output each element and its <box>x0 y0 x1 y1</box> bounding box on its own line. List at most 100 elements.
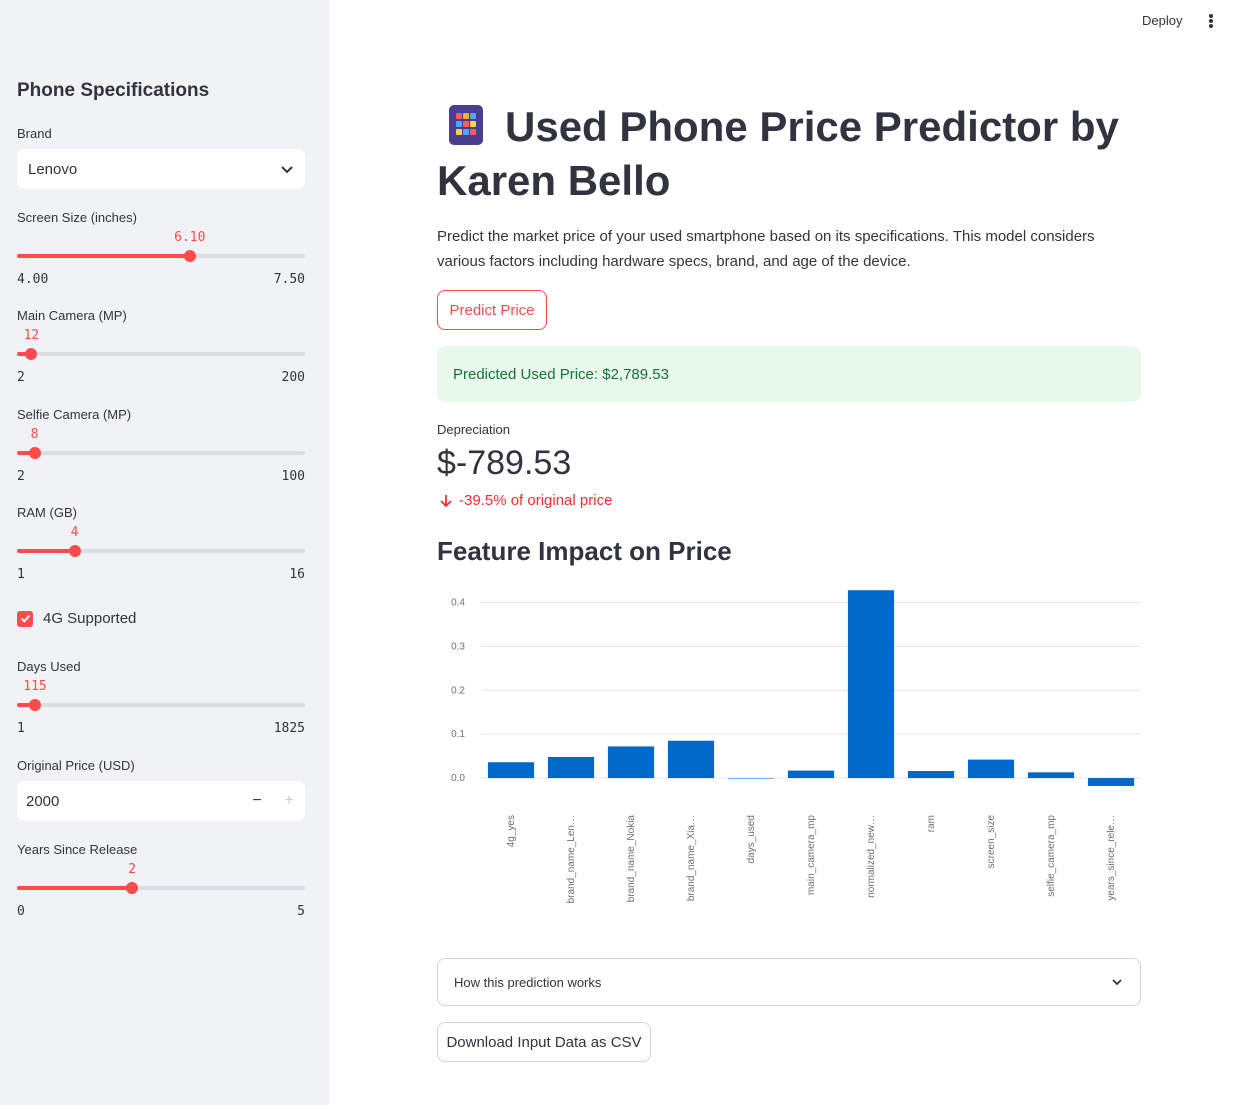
y-tick-label: 0.3 <box>451 641 465 652</box>
page-title: Used Phone Price Predictor by Karen Bell… <box>437 100 1137 208</box>
slider-min: 2 <box>17 370 25 385</box>
bar <box>967 759 1015 779</box>
chevron-down-icon <box>281 166 293 174</box>
arrow-down-icon <box>440 494 452 507</box>
chart-heading: Feature Impact on Price <box>437 536 732 566</box>
y-tick-label: 0.1 <box>451 729 465 740</box>
slider-max: 100 <box>281 469 305 484</box>
bar <box>667 740 715 779</box>
x-tick-label: selfie_camera_mp <box>1046 815 1057 897</box>
feature-impact-chart: 0.0 0.1 0.2 0.3 0.4 4g_yes brand_name_Len… bran… <box>451 590 1141 903</box>
original-price-input[interactable]: 2000 − + <box>17 781 305 821</box>
ram-slider[interactable]: 4 1 16 <box>17 525 305 589</box>
x-tick-label: days_used <box>746 815 757 863</box>
x-tick-label: ram <box>926 815 937 832</box>
slider-thumb[interactable] <box>29 699 41 711</box>
brand-label: Brand <box>17 126 52 141</box>
metric-value: $-789.53 <box>437 444 572 482</box>
success-alert: Predicted Used Price: $2,789.53 <box>437 346 1141 402</box>
bar <box>727 778 775 779</box>
days-used-slider[interactable]: 115 1 1825 <box>17 679 305 743</box>
y-tick-label: 0.0 <box>451 773 465 784</box>
download-csv-button[interactable]: Download Input Data as CSV <box>437 1022 651 1062</box>
slider-track <box>17 451 305 455</box>
slider-fill <box>17 886 133 890</box>
slider-track <box>17 352 305 356</box>
bar <box>907 771 955 779</box>
x-tick-label: 4g_yes <box>506 815 517 847</box>
slider-max: 16 <box>289 567 305 582</box>
x-tick-label: brand_name_Len… <box>566 815 577 903</box>
slider-thumb[interactable] <box>25 348 38 360</box>
screen-size-label: Screen Size (inches) <box>17 210 137 225</box>
mobile-phone-icon <box>449 105 483 145</box>
checkbox-checked-icon <box>17 610 33 627</box>
y-tick-label: 0.2 <box>451 685 465 696</box>
screen-size-slider[interactable]: 6.10 4.00 7.50 <box>17 230 305 294</box>
years-since-release-slider[interactable]: 2 0 5 <box>17 862 305 926</box>
brand-select-value: Lenovo <box>28 160 78 178</box>
slider-value: 4 <box>70 525 79 540</box>
slider-value: 6.10 <box>174 230 206 245</box>
slider-max: 5 <box>297 904 305 919</box>
predict-price-button[interactable]: Predict Price <box>437 290 547 330</box>
slider-thumb[interactable] <box>28 447 41 459</box>
slider-min: 1 <box>17 567 25 582</box>
original-price-label: Original Price (USD) <box>17 758 135 773</box>
slider-fill <box>17 254 190 258</box>
ram-label: RAM (GB) <box>17 505 77 520</box>
slider-value: 2 <box>128 862 137 877</box>
bar <box>487 762 535 779</box>
sidebar-title: Phone Specifications <box>17 80 210 101</box>
original-price-value[interactable]: 2000 <box>17 793 241 810</box>
decrement-button[interactable]: − <box>241 792 273 810</box>
four-g-label: 4G Supported <box>43 610 137 627</box>
slider-max: 7.50 <box>273 272 305 287</box>
slider-value: 8 <box>30 427 39 442</box>
bar <box>547 756 595 779</box>
main-camera-slider[interactable]: 12 2 200 <box>17 328 305 392</box>
slider-min: 2 <box>17 469 25 484</box>
kebab-menu-icon[interactable] <box>1205 12 1217 30</box>
bar <box>1087 778 1135 786</box>
main-camera-label: Main Camera (MP) <box>17 308 127 323</box>
slider-max: 1825 <box>273 721 305 736</box>
bar <box>847 590 895 779</box>
slider-value: 12 <box>23 328 40 343</box>
x-tick-label: brand_name_Nokia <box>626 815 637 903</box>
brand-select[interactable]: Lenovo <box>17 149 305 189</box>
slider-track <box>17 703 305 707</box>
selfie-camera-slider[interactable]: 8 2 100 <box>17 427 305 491</box>
metric-delta-text: -39.5% of original price <box>459 492 613 509</box>
slider-value: 115 <box>23 679 47 694</box>
deploy-button[interactable]: Deploy <box>1142 13 1182 28</box>
metric-label: Depreciation <box>437 422 510 437</box>
page-description: Predict the market price of your used sm… <box>437 228 1095 270</box>
how-it-works-expander[interactable]: How this prediction works <box>437 958 1141 1006</box>
bar <box>1027 772 1075 779</box>
four-g-checkbox[interactable]: 4G Supported <box>17 610 136 627</box>
metric-delta: -39.5% of original price <box>439 492 612 509</box>
page-title-text: Used Phone Price Predictor by Karen Bell… <box>437 103 1119 204</box>
increment-button[interactable]: + <box>273 792 305 810</box>
chevron-down-icon <box>1112 979 1122 986</box>
years-since-release-label: Years Since Release <box>17 842 138 857</box>
x-tick-label: brand_name_Xia… <box>686 815 697 901</box>
expander-label: How this prediction works <box>454 974 602 990</box>
bar <box>787 770 835 779</box>
slider-thumb[interactable] <box>126 882 139 894</box>
x-tick-label: main_camera_mp <box>806 815 817 895</box>
x-tick-label: normalized_new… <box>866 815 877 898</box>
slider-thumb[interactable] <box>183 250 196 262</box>
bar <box>607 746 655 779</box>
slider-min: 1 <box>17 721 25 736</box>
slider-thumb[interactable] <box>68 545 81 557</box>
days-used-label: Days Used <box>17 659 81 674</box>
sidebar: Phone Specifications Brand Lenovo Screen… <box>0 0 329 1105</box>
slider-min: 4.00 <box>17 272 49 287</box>
y-tick-label: 0.4 <box>451 598 465 609</box>
selfie-camera-label: Selfie Camera (MP) <box>17 407 132 422</box>
x-tick-label: years_since_rele… <box>1106 815 1117 901</box>
x-tick-label: screen_size <box>986 815 997 869</box>
slider-fill <box>17 549 75 553</box>
